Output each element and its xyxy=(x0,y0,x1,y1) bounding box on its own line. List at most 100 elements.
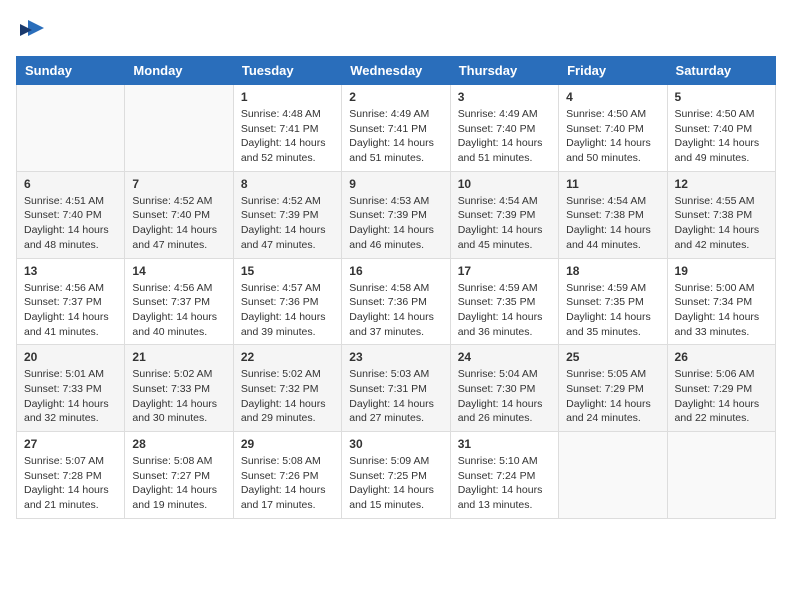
day-number: 11 xyxy=(566,177,659,191)
day-info: Sunrise: 4:52 AM Sunset: 7:40 PM Dayligh… xyxy=(132,194,225,253)
day-number: 5 xyxy=(675,90,768,104)
calendar-cell: 11 Sunrise: 4:54 AM Sunset: 7:38 PM Dayl… xyxy=(559,171,667,258)
sunset-text: Sunset: 7:39 PM xyxy=(349,209,427,221)
sunset-text: Sunset: 7:40 PM xyxy=(458,123,536,135)
day-info: Sunrise: 5:09 AM Sunset: 7:25 PM Dayligh… xyxy=(349,454,442,513)
calendar-cell: 1 Sunrise: 4:48 AM Sunset: 7:41 PM Dayli… xyxy=(233,85,341,172)
calendar-cell: 25 Sunrise: 5:05 AM Sunset: 7:29 PM Dayl… xyxy=(559,345,667,432)
sunrise-text: Sunrise: 5:06 AM xyxy=(675,368,755,380)
day-number: 7 xyxy=(132,177,225,191)
sunset-text: Sunset: 7:39 PM xyxy=(458,209,536,221)
sunset-text: Sunset: 7:40 PM xyxy=(566,123,644,135)
daylight-text: Daylight: 14 hours and 35 minutes. xyxy=(566,311,651,338)
day-info: Sunrise: 4:50 AM Sunset: 7:40 PM Dayligh… xyxy=(566,107,659,166)
calendar-header-row: SundayMondayTuesdayWednesdayThursdayFrid… xyxy=(17,57,776,85)
day-info: Sunrise: 5:06 AM Sunset: 7:29 PM Dayligh… xyxy=(675,367,768,426)
day-number: 31 xyxy=(458,437,551,451)
logo xyxy=(16,16,46,44)
day-number: 6 xyxy=(24,177,117,191)
day-number: 28 xyxy=(132,437,225,451)
sunrise-text: Sunrise: 4:50 AM xyxy=(566,108,646,120)
daylight-text: Daylight: 14 hours and 47 minutes. xyxy=(241,224,326,251)
sunset-text: Sunset: 7:38 PM xyxy=(675,209,753,221)
day-info: Sunrise: 5:04 AM Sunset: 7:30 PM Dayligh… xyxy=(458,367,551,426)
day-info: Sunrise: 4:49 AM Sunset: 7:41 PM Dayligh… xyxy=(349,107,442,166)
day-info: Sunrise: 5:08 AM Sunset: 7:27 PM Dayligh… xyxy=(132,454,225,513)
weekday-header-thursday: Thursday xyxy=(450,57,558,85)
day-info: Sunrise: 5:05 AM Sunset: 7:29 PM Dayligh… xyxy=(566,367,659,426)
day-info: Sunrise: 5:08 AM Sunset: 7:26 PM Dayligh… xyxy=(241,454,334,513)
day-info: Sunrise: 4:56 AM Sunset: 7:37 PM Dayligh… xyxy=(132,281,225,340)
day-number: 26 xyxy=(675,350,768,364)
sunrise-text: Sunrise: 4:54 AM xyxy=(566,195,646,207)
sunset-text: Sunset: 7:28 PM xyxy=(24,470,102,482)
sunset-text: Sunset: 7:40 PM xyxy=(675,123,753,135)
calendar-cell: 6 Sunrise: 4:51 AM Sunset: 7:40 PM Dayli… xyxy=(17,171,125,258)
weekday-header-sunday: Sunday xyxy=(17,57,125,85)
weekday-header-friday: Friday xyxy=(559,57,667,85)
day-number: 15 xyxy=(241,264,334,278)
sunrise-text: Sunrise: 5:00 AM xyxy=(675,282,755,294)
daylight-text: Daylight: 14 hours and 36 minutes. xyxy=(458,311,543,338)
day-number: 1 xyxy=(241,90,334,104)
calendar-cell: 9 Sunrise: 4:53 AM Sunset: 7:39 PM Dayli… xyxy=(342,171,450,258)
day-number: 16 xyxy=(349,264,442,278)
calendar-cell xyxy=(667,432,775,519)
daylight-text: Daylight: 14 hours and 13 minutes. xyxy=(458,484,543,511)
sunset-text: Sunset: 7:33 PM xyxy=(24,383,102,395)
day-number: 12 xyxy=(675,177,768,191)
sunrise-text: Sunrise: 5:08 AM xyxy=(241,455,321,467)
calendar-week-row: 1 Sunrise: 4:48 AM Sunset: 7:41 PM Dayli… xyxy=(17,85,776,172)
weekday-header-tuesday: Tuesday xyxy=(233,57,341,85)
weekday-header-wednesday: Wednesday xyxy=(342,57,450,85)
calendar-cell: 26 Sunrise: 5:06 AM Sunset: 7:29 PM Dayl… xyxy=(667,345,775,432)
daylight-text: Daylight: 14 hours and 17 minutes. xyxy=(241,484,326,511)
sunrise-text: Sunrise: 4:58 AM xyxy=(349,282,429,294)
page-header xyxy=(16,16,776,44)
sunset-text: Sunset: 7:24 PM xyxy=(458,470,536,482)
day-number: 25 xyxy=(566,350,659,364)
daylight-text: Daylight: 14 hours and 33 minutes. xyxy=(675,311,760,338)
weekday-header-monday: Monday xyxy=(125,57,233,85)
daylight-text: Daylight: 14 hours and 51 minutes. xyxy=(458,137,543,164)
calendar-cell xyxy=(17,85,125,172)
sunrise-text: Sunrise: 5:03 AM xyxy=(349,368,429,380)
calendar-week-row: 27 Sunrise: 5:07 AM Sunset: 7:28 PM Dayl… xyxy=(17,432,776,519)
sunrise-text: Sunrise: 4:52 AM xyxy=(132,195,212,207)
sunrise-text: Sunrise: 5:07 AM xyxy=(24,455,104,467)
sunset-text: Sunset: 7:40 PM xyxy=(24,209,102,221)
sunrise-text: Sunrise: 4:49 AM xyxy=(458,108,538,120)
sunrise-text: Sunrise: 5:01 AM xyxy=(24,368,104,380)
sunrise-text: Sunrise: 5:05 AM xyxy=(566,368,646,380)
daylight-text: Daylight: 14 hours and 32 minutes. xyxy=(24,398,109,425)
sunset-text: Sunset: 7:29 PM xyxy=(675,383,753,395)
day-info: Sunrise: 5:00 AM Sunset: 7:34 PM Dayligh… xyxy=(675,281,768,340)
daylight-text: Daylight: 14 hours and 44 minutes. xyxy=(566,224,651,251)
calendar-cell: 29 Sunrise: 5:08 AM Sunset: 7:26 PM Dayl… xyxy=(233,432,341,519)
daylight-text: Daylight: 14 hours and 50 minutes. xyxy=(566,137,651,164)
day-number: 20 xyxy=(24,350,117,364)
calendar-cell: 30 Sunrise: 5:09 AM Sunset: 7:25 PM Dayl… xyxy=(342,432,450,519)
sunset-text: Sunset: 7:37 PM xyxy=(24,296,102,308)
logo-icon xyxy=(18,16,46,44)
daylight-text: Daylight: 14 hours and 29 minutes. xyxy=(241,398,326,425)
day-number: 18 xyxy=(566,264,659,278)
daylight-text: Daylight: 14 hours and 37 minutes. xyxy=(349,311,434,338)
sunrise-text: Sunrise: 4:57 AM xyxy=(241,282,321,294)
daylight-text: Daylight: 14 hours and 21 minutes. xyxy=(24,484,109,511)
daylight-text: Daylight: 14 hours and 48 minutes. xyxy=(24,224,109,251)
day-number: 9 xyxy=(349,177,442,191)
calendar-cell xyxy=(559,432,667,519)
day-number: 24 xyxy=(458,350,551,364)
sunset-text: Sunset: 7:39 PM xyxy=(241,209,319,221)
weekday-header-saturday: Saturday xyxy=(667,57,775,85)
day-info: Sunrise: 4:59 AM Sunset: 7:35 PM Dayligh… xyxy=(566,281,659,340)
day-number: 23 xyxy=(349,350,442,364)
daylight-text: Daylight: 14 hours and 51 minutes. xyxy=(349,137,434,164)
day-info: Sunrise: 5:02 AM Sunset: 7:32 PM Dayligh… xyxy=(241,367,334,426)
sunset-text: Sunset: 7:38 PM xyxy=(566,209,644,221)
day-info: Sunrise: 4:56 AM Sunset: 7:37 PM Dayligh… xyxy=(24,281,117,340)
calendar-cell: 21 Sunrise: 5:02 AM Sunset: 7:33 PM Dayl… xyxy=(125,345,233,432)
sunrise-text: Sunrise: 4:52 AM xyxy=(241,195,321,207)
day-number: 10 xyxy=(458,177,551,191)
